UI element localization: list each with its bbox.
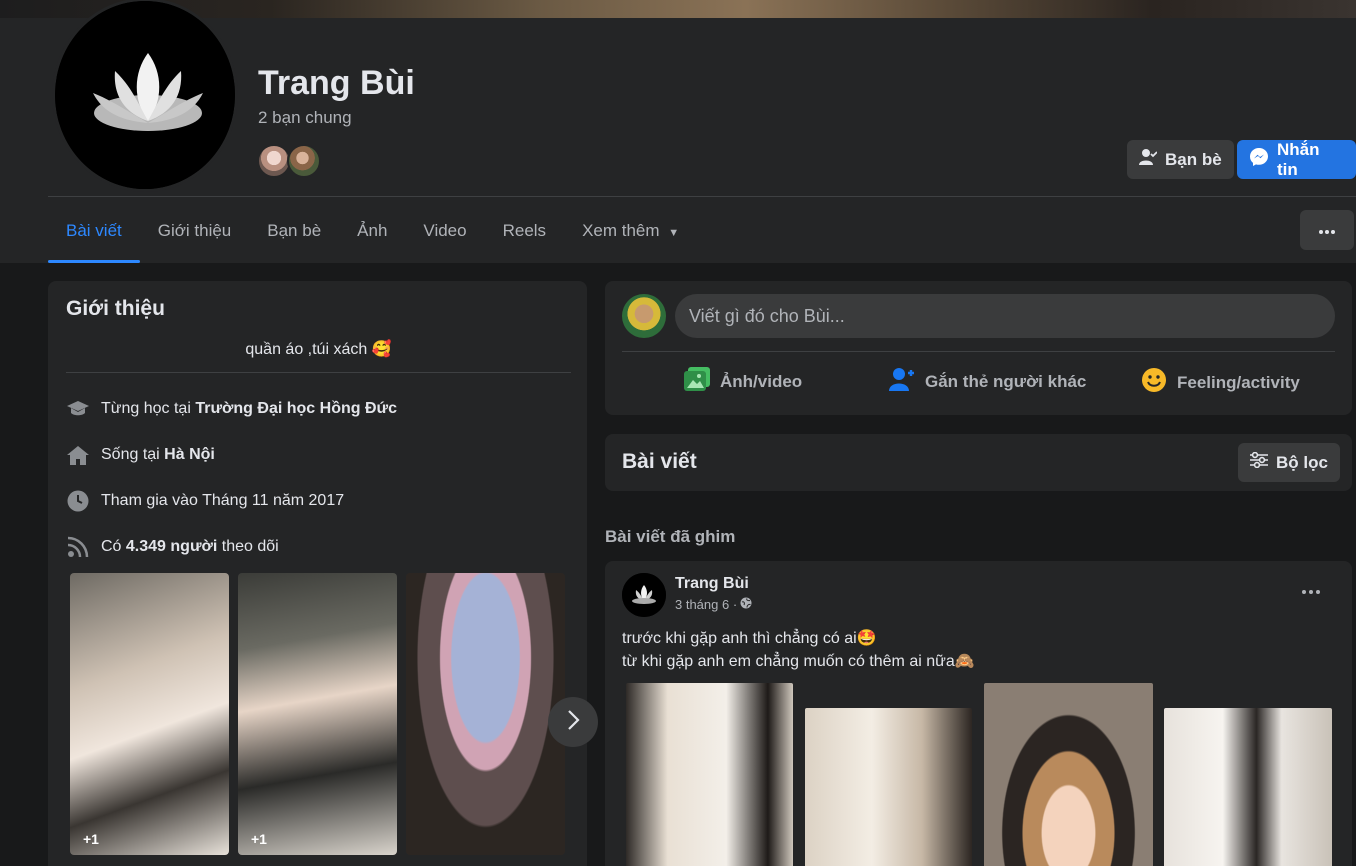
more-options-button[interactable] xyxy=(1300,210,1354,250)
chevron-right-icon xyxy=(566,709,580,736)
tab-photos[interactable]: Ảnh xyxy=(339,210,405,263)
followers-suffix: theo dõi xyxy=(221,537,279,555)
photo-video-button[interactable]: Ảnh/video xyxy=(684,367,802,396)
feeling-activity-button[interactable]: Feeling/activity xyxy=(1141,367,1300,398)
posts-title: Bài viết xyxy=(622,450,697,473)
post-options-button[interactable] xyxy=(1302,581,1320,599)
post-text-line: từ khi gặp anh em chẳng muốn có thêm ai … xyxy=(622,653,975,670)
featured-photo[interactable] xyxy=(406,573,565,855)
bio-divider xyxy=(66,372,571,373)
intro-title: Giới thiệu xyxy=(66,297,165,320)
message-button-label: Nhắn tin xyxy=(1277,139,1320,179)
mutual-friend-avatar[interactable] xyxy=(257,144,291,178)
composer-divider xyxy=(622,351,1335,352)
post-photo[interactable] xyxy=(626,683,793,866)
current-user-avatar[interactable] xyxy=(622,294,666,338)
tab-videos[interactable]: Video xyxy=(405,210,484,263)
photo-video-label: Ảnh/video xyxy=(720,371,803,391)
ellipsis-icon xyxy=(1302,581,1320,598)
post-photo[interactable] xyxy=(1164,708,1332,866)
post-photo[interactable] xyxy=(805,708,972,866)
smiley-icon xyxy=(1141,367,1167,398)
mutual-friends-avatars xyxy=(257,144,321,178)
tag-people-button[interactable]: Gắn thẻ người khác xyxy=(889,367,1086,396)
caret-down-icon: ▼ xyxy=(668,227,680,239)
filter-label: Bộ lọc xyxy=(1276,452,1328,472)
info-joined: Tham gia vào Tháng 11 năm 2017 xyxy=(66,489,344,512)
message-button[interactable]: Nhắn tin xyxy=(1237,140,1356,179)
cover-photo[interactable] xyxy=(0,0,1356,18)
info-education: Từng học tại Trường Đại học Hồng Đức xyxy=(66,397,397,420)
tab-friends[interactable]: Bạn bè xyxy=(249,210,339,263)
next-photos-button[interactable] xyxy=(548,697,598,747)
followers-prefix: Có xyxy=(101,537,122,555)
post-author-name[interactable]: Trang Bùi xyxy=(675,575,749,593)
tag-people-label: Gắn thẻ người khác xyxy=(925,371,1087,391)
education-prefix: Từng học tại xyxy=(101,399,191,417)
mutual-friend-avatar[interactable] xyxy=(287,144,321,178)
friends-button[interactable]: Bạn bè xyxy=(1127,140,1234,179)
post-meta: 3 tháng 6 · xyxy=(675,597,752,612)
graduation-cap-icon xyxy=(66,397,89,420)
followers-count-link[interactable]: 4.349 người xyxy=(126,538,217,555)
featured-photos: +1 +1 xyxy=(70,573,565,855)
tab-posts[interactable]: Bài viết xyxy=(48,210,140,263)
photo-video-icon xyxy=(684,367,710,396)
filter-button[interactable]: Bộ lọc xyxy=(1238,443,1340,482)
profile-avatar[interactable] xyxy=(52,0,238,192)
header-divider xyxy=(48,196,1356,197)
rss-followers-icon xyxy=(66,535,89,558)
messenger-icon xyxy=(1249,147,1269,172)
info-followers: Có 4.349 người theo dõi xyxy=(66,535,279,558)
post-body: trước khi gặp anh thì chẳng có ai🤩 từ kh… xyxy=(622,627,975,673)
home-icon xyxy=(66,443,89,466)
composer-input[interactable]: Viết gì đó cho Bùi... xyxy=(675,294,1335,338)
filter-sliders-icon xyxy=(1250,451,1268,473)
info-location: Sống tại Hà Nội xyxy=(66,443,215,466)
globe-icon xyxy=(740,597,752,612)
feeling-activity-label: Feeling/activity xyxy=(1177,372,1300,392)
photo-count-badge: +1 xyxy=(251,831,267,847)
photo-count-badge: +1 xyxy=(83,831,99,847)
location-prefix: Sống tại xyxy=(101,445,160,463)
tag-people-icon xyxy=(889,367,915,396)
ellipsis-icon xyxy=(1319,221,1335,239)
posts-header: Bài viết Bộ lọc xyxy=(605,434,1352,491)
post-author-avatar[interactable] xyxy=(622,573,666,617)
tab-more-label: Xem thêm xyxy=(582,221,660,240)
friend-check-icon xyxy=(1139,148,1158,171)
pinned-posts-label: Bài viết đã ghim xyxy=(605,527,736,546)
bio-text: quần áo ,túi xách 🥰 xyxy=(245,341,392,358)
featured-photo[interactable]: +1 xyxy=(70,573,229,855)
post-text-line: trước khi gặp anh thì chẳng có ai🤩 xyxy=(622,630,877,647)
pinned-post: Trang Bùi 3 tháng 6 · trước khi gặp anh … xyxy=(605,561,1352,866)
post-timestamp[interactable]: 3 tháng 6 · xyxy=(675,597,737,612)
post-photo[interactable] xyxy=(984,683,1153,866)
profile-tabs: Bài viết Giới thiệu Bạn bè Ảnh Video Ree… xyxy=(48,210,697,263)
featured-photo[interactable]: +1 xyxy=(238,573,397,855)
intro-card: Giới thiệu quần áo ,túi xách 🥰 Từng học … xyxy=(48,281,587,866)
tab-reels[interactable]: Reels xyxy=(485,210,564,263)
location-city-link[interactable]: Hà Nội xyxy=(164,446,215,463)
tab-about[interactable]: Giới thiệu xyxy=(140,210,250,263)
tab-more[interactable]: Xem thêm ▼ xyxy=(564,210,697,263)
joined-text: Tham gia vào Tháng 11 năm 2017 xyxy=(101,491,345,509)
mutual-friends-link[interactable]: 2 bạn chung xyxy=(258,108,352,128)
post-composer: Viết gì đó cho Bùi... Ảnh/video Gắn thẻ … xyxy=(605,281,1352,415)
friends-button-label: Bạn bè xyxy=(1165,149,1222,169)
clock-icon xyxy=(66,489,89,512)
profile-name: Trang Bùi xyxy=(258,64,415,102)
education-school-link[interactable]: Trường Đại học Hồng Đức xyxy=(195,400,397,417)
